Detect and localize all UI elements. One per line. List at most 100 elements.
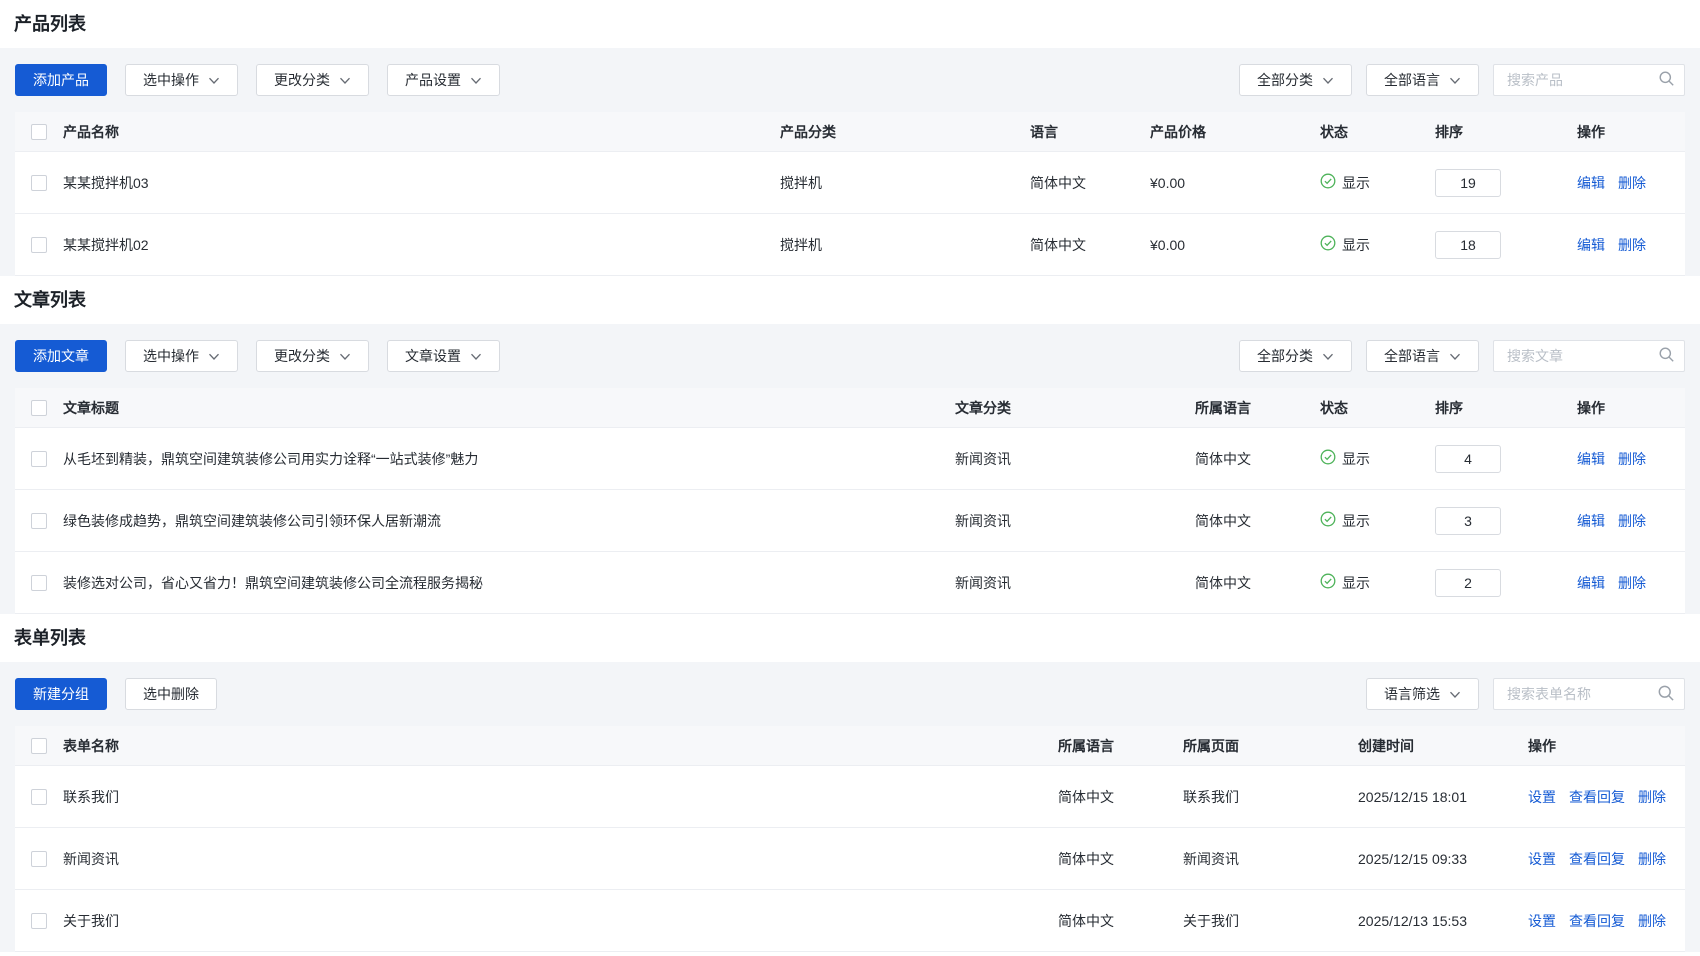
settings-link[interactable]: 设置 [1528, 789, 1556, 805]
article-status-cell: 显示 [1320, 449, 1435, 469]
status-badge: 显示 [1320, 573, 1370, 593]
new-group-button[interactable]: 新建分组 [15, 678, 107, 710]
product-language: 简体中文 [1030, 173, 1150, 193]
product-category: 搅拌机 [780, 173, 1030, 193]
products-toolbar-left: 添加产品 选中操作 更改分类 产品设置 [15, 64, 500, 96]
chevron-down-icon [470, 77, 482, 85]
select-all-checkbox[interactable] [31, 738, 47, 754]
article-category-filter-dropdown[interactable]: 全部分类 [1239, 340, 1352, 372]
settings-link[interactable]: 设置 [1528, 851, 1556, 867]
edit-link[interactable]: 编辑 [1577, 175, 1605, 191]
products-section-title: 产品列表 [0, 0, 1700, 48]
products-toolbar-right: 全部分类 全部语言 [1239, 64, 1685, 96]
row-checkbox-cell [15, 789, 63, 805]
search-icon[interactable] [1657, 684, 1675, 705]
article-language: 简体中文 [1195, 449, 1320, 469]
row-checkbox[interactable] [31, 789, 47, 805]
product-settings-dropdown[interactable]: 产品设置 [387, 64, 500, 96]
form-search-input[interactable] [1505, 685, 1657, 703]
settings-link[interactable]: 设置 [1528, 913, 1556, 929]
table-row: 联系我们 简体中文 联系我们 2025/12/15 18:01 设置查看回复删除 [15, 766, 1685, 828]
products-table: 产品名称 产品分类 语言 产品价格 状态 排序 操作 某某搅拌机03 搅拌机 简… [15, 112, 1685, 276]
product-search-input[interactable] [1505, 71, 1658, 89]
select-all-checkbox-cell [15, 124, 63, 140]
delete-link[interactable]: 删除 [1618, 451, 1646, 467]
product-selected-action-dropdown[interactable]: 选中操作 [125, 64, 238, 96]
sort-input[interactable] [1435, 445, 1501, 473]
form-page: 新闻资讯 [1183, 849, 1358, 869]
product-change-category-dropdown[interactable]: 更改分类 [256, 64, 369, 96]
sort-input[interactable] [1435, 231, 1501, 259]
check-circle-icon [1320, 173, 1336, 192]
products-toolbar: 添加产品 选中操作 更改分类 产品设置 全部分类 [15, 64, 1685, 96]
article-selected-action-dropdown[interactable]: 选中操作 [125, 340, 238, 372]
form-language: 简体中文 [1058, 849, 1183, 869]
article-status-cell: 显示 [1320, 573, 1435, 593]
sort-input[interactable] [1435, 569, 1501, 597]
view-replies-link[interactable]: 查看回复 [1569, 913, 1625, 929]
articles-table: 文章标题 文章分类 所属语言 状态 排序 操作 从毛坯到精装，鼎筑空间建筑装修公… [15, 388, 1685, 614]
product-category-filter-dropdown[interactable]: 全部分类 [1239, 64, 1352, 96]
article-language: 简体中文 [1195, 511, 1320, 531]
row-checkbox[interactable] [31, 575, 47, 591]
col-language: 所属语言 [1195, 398, 1320, 418]
row-checkbox[interactable] [31, 851, 47, 867]
article-title: 从毛坯到精装，鼎筑空间建筑装修公司用实力诠释“一站式装修”魅力 [63, 449, 955, 469]
sort-input[interactable] [1435, 169, 1501, 197]
col-actions: 操作 [1565, 398, 1685, 418]
chevron-down-icon [1322, 77, 1334, 85]
delete-selected-button[interactable]: 选中删除 [125, 678, 217, 710]
form-search-box [1493, 678, 1685, 710]
article-settings-label: 文章设置 [405, 341, 461, 371]
row-checkbox[interactable] [31, 913, 47, 929]
article-language-filter-dropdown[interactable]: 全部语言 [1366, 340, 1479, 372]
select-all-checkbox[interactable] [31, 124, 47, 140]
forms-toolbar: 新建分组 选中删除 语言筛选 [15, 678, 1685, 710]
article-status-cell: 显示 [1320, 511, 1435, 531]
search-icon[interactable] [1658, 70, 1675, 90]
status-label: 显示 [1342, 235, 1370, 255]
status-badge: 显示 [1320, 511, 1370, 531]
edit-link[interactable]: 编辑 [1577, 513, 1605, 529]
col-language: 所属语言 [1058, 736, 1183, 756]
articles-table-header: 文章标题 文章分类 所属语言 状态 排序 操作 [15, 388, 1685, 428]
article-search-input[interactable] [1505, 347, 1658, 365]
chevron-down-icon [339, 353, 351, 361]
delete-link[interactable]: 删除 [1638, 789, 1666, 805]
article-settings-dropdown[interactable]: 文章设置 [387, 340, 500, 372]
row-checkbox-cell [15, 913, 63, 929]
article-sort-cell [1435, 507, 1565, 535]
edit-link[interactable]: 编辑 [1577, 451, 1605, 467]
col-actions: 操作 [1528, 736, 1685, 756]
delete-link[interactable]: 删除 [1618, 237, 1646, 253]
add-article-button[interactable]: 添加文章 [15, 340, 107, 372]
delete-link[interactable]: 删除 [1638, 851, 1666, 867]
col-form-name: 表单名称 [63, 736, 1058, 756]
status-label: 显示 [1342, 173, 1370, 193]
row-checkbox[interactable] [31, 237, 47, 253]
search-icon[interactable] [1658, 346, 1675, 366]
article-category: 新闻资讯 [955, 511, 1195, 531]
product-language-filter-dropdown[interactable]: 全部语言 [1366, 64, 1479, 96]
edit-link[interactable]: 编辑 [1577, 575, 1605, 591]
col-sort: 排序 [1435, 122, 1565, 142]
forms-section: 表单列表 新建分组 选中删除 语言筛选 表单名称 所 [0, 614, 1700, 952]
add-product-button[interactable]: 添加产品 [15, 64, 107, 96]
row-checkbox[interactable] [31, 175, 47, 191]
row-checkbox[interactable] [31, 513, 47, 529]
delete-link[interactable]: 删除 [1638, 913, 1666, 929]
view-replies-link[interactable]: 查看回复 [1569, 789, 1625, 805]
row-checkbox[interactable] [31, 451, 47, 467]
select-all-checkbox[interactable] [31, 400, 47, 416]
view-replies-link[interactable]: 查看回复 [1569, 851, 1625, 867]
delete-link[interactable]: 删除 [1618, 175, 1646, 191]
col-created: 创建时间 [1358, 736, 1528, 756]
edit-link[interactable]: 编辑 [1577, 237, 1605, 253]
delete-link[interactable]: 删除 [1618, 513, 1646, 529]
sort-input[interactable] [1435, 507, 1501, 535]
form-language-filter-dropdown[interactable]: 语言筛选 [1366, 678, 1479, 710]
article-language: 简体中文 [1195, 573, 1320, 593]
product-sort-cell [1435, 231, 1565, 259]
delete-link[interactable]: 删除 [1618, 575, 1646, 591]
article-change-category-dropdown[interactable]: 更改分类 [256, 340, 369, 372]
